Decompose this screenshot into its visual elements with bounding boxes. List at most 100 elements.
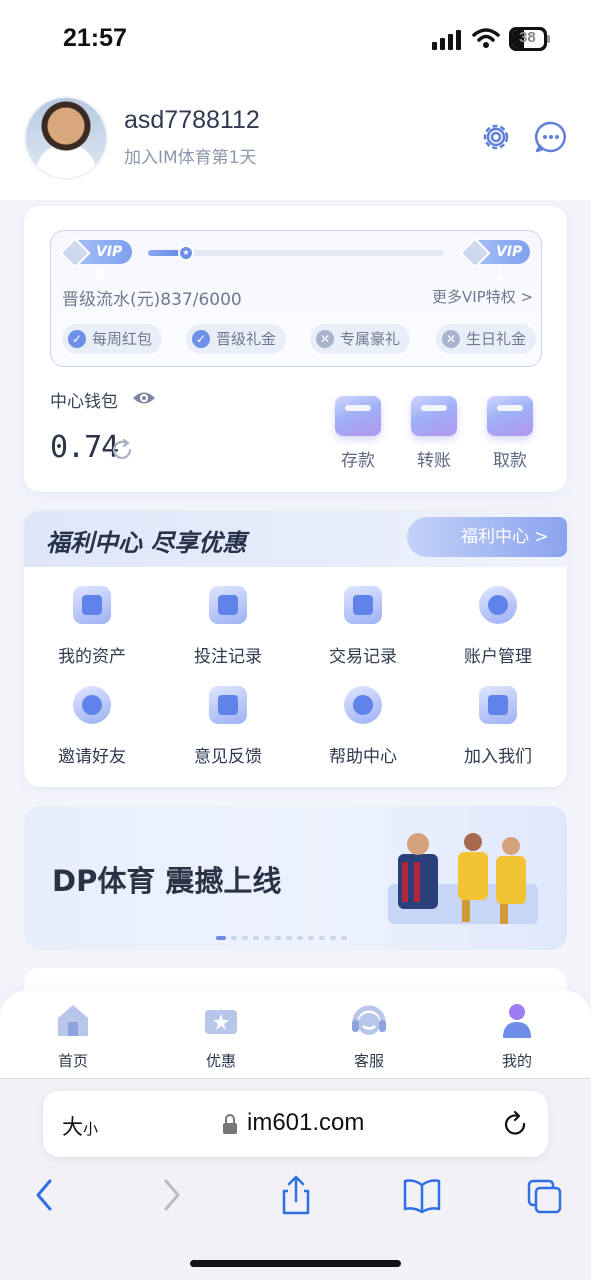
transfer-button[interactable]: 转账 <box>406 396 462 471</box>
gear-icon[interactable] <box>479 120 513 154</box>
share-icon[interactable] <box>278 1175 314 1215</box>
tab-label: 首页 <box>57 1052 88 1070</box>
vip-next: VIP 1 <box>459 237 530 284</box>
battery-level: 38 <box>519 29 536 46</box>
eye-icon[interactable] <box>132 389 156 407</box>
vip-more-link[interactable]: 更多VIP特权 > <box>432 286 533 307</box>
forward-icon[interactable] <box>154 1175 190 1215</box>
text-size-button[interactable]: 大小 <box>62 1111 98 1141</box>
close-icon: ✕ <box>316 330 334 348</box>
grid-item-transactions[interactable]: 交易记录 <box>298 586 428 667</box>
back-icon[interactable] <box>26 1175 62 1215</box>
grid-item-account-management[interactable]: 账户管理 <box>433 586 563 667</box>
grid-item-label: 邀请好友 <box>58 747 126 767</box>
grid-item-label: 我的资产 <box>58 647 126 667</box>
refresh-icon[interactable] <box>110 438 134 462</box>
grid-item-my-assets[interactable]: 我的资产 <box>27 586 157 667</box>
carousel-dot[interactable] <box>319 935 325 940</box>
deposit-icon <box>335 396 381 436</box>
grid-item-label: 帮助中心 <box>329 747 397 767</box>
transfer-label: 转账 <box>417 451 451 471</box>
calendar-clock-icon <box>209 586 247 624</box>
tab-mine[interactable]: 我的 <box>472 1000 562 1071</box>
vip-flow-text: 晋级流水(元)837/6000 <box>62 290 242 310</box>
perk-label: 专属豪礼 <box>340 330 401 348</box>
bookmarks-icon[interactable] <box>402 1175 442 1215</box>
user-hexagon-icon <box>479 586 517 624</box>
home-indicator <box>190 1260 401 1267</box>
grid-item-label: 意见反馈 <box>194 747 262 767</box>
grid-item-bet-records[interactable]: 投注记录 <box>163 586 293 667</box>
carousel-dot[interactable] <box>275 935 281 940</box>
grid-item-feedback[interactable]: 意见反馈 <box>163 686 293 767</box>
tab-home[interactable]: 首页 <box>28 1000 118 1071</box>
carousel-dots[interactable] <box>216 927 352 940</box>
welfare-title: 福利中心 尽享优惠 <box>46 529 247 557</box>
carousel-dot[interactable] <box>308 935 314 940</box>
perk-label: 晋级礼金 <box>216 330 277 348</box>
perk-label: 每周红包 <box>92 330 153 348</box>
carousel-dot[interactable] <box>216 935 226 940</box>
status-time: 21:57 <box>63 24 127 52</box>
perk-exclusive-gift[interactable]: ✕ 专属豪礼 <box>310 324 411 354</box>
membership-days: 加入IM体育第1天 <box>124 148 257 168</box>
grid-item-label: 投注记录 <box>194 647 262 667</box>
grid-item-help-center[interactable]: 帮助中心 <box>298 686 428 767</box>
ticket-icon <box>205 1010 237 1034</box>
transfer-icon <box>411 396 457 436</box>
grid-item-label: 交易记录 <box>329 647 397 667</box>
tab-customer-service[interactable]: 客服 <box>324 1000 414 1071</box>
perk-promotion-bonus[interactable]: ✓ 晋级礼金 <box>186 324 287 354</box>
perk-birthday-bonus[interactable]: ✕ 生日礼金 <box>436 324 537 354</box>
carousel-dot[interactable] <box>242 935 248 940</box>
wallet-icon <box>73 586 111 624</box>
calendar-yen-icon <box>344 586 382 624</box>
lock-icon <box>223 1114 237 1134</box>
welfare-center-link[interactable]: 福利中心 > <box>407 517 567 557</box>
home-icon <box>58 1005 88 1036</box>
chat-icon[interactable] <box>534 120 568 154</box>
reload-icon[interactable] <box>501 1110 529 1138</box>
text-size-big: 大 <box>62 1115 83 1139</box>
avatar[interactable] <box>24 96 108 180</box>
heart-box-icon <box>479 686 517 724</box>
perk-weekly-bonus[interactable]: ✓ 每周红包 <box>62 324 163 354</box>
carousel-dot[interactable] <box>286 935 292 940</box>
tab-label: 我的 <box>501 1052 532 1070</box>
vip-current: VIP 0 <box>59 237 132 284</box>
user-icon <box>503 1004 531 1038</box>
heart-envelope-icon <box>209 686 247 724</box>
question-icon <box>344 686 382 724</box>
grid-item-join-us[interactable]: 加入我们 <box>433 686 563 767</box>
wifi-icon <box>472 28 500 48</box>
check-icon: ✓ <box>192 330 210 348</box>
invite-icon <box>73 686 111 724</box>
carousel-dot[interactable] <box>330 935 336 940</box>
carousel-dot[interactable] <box>264 935 270 940</box>
withdraw-label: 取款 <box>493 451 527 471</box>
banner-players-image <box>388 833 538 924</box>
carousel-dot[interactable] <box>253 935 259 940</box>
vip-progress-knob: ★ <box>178 245 194 261</box>
carousel-dot[interactable] <box>231 935 237 940</box>
url-text: im601.com <box>247 1109 365 1136</box>
grid-item-invite-friends[interactable]: 邀请好友 <box>27 686 157 767</box>
grid-item-label: 账户管理 <box>464 647 532 667</box>
carousel-dot[interactable] <box>297 935 303 940</box>
tab-label: 优惠 <box>205 1052 236 1070</box>
close-icon: ✕ <box>442 330 460 348</box>
withdraw-button[interactable]: 取款 <box>482 396 538 471</box>
tabs-icon[interactable] <box>527 1175 563 1215</box>
text-size-small: 小 <box>83 1120 99 1138</box>
check-icon: ✓ <box>68 330 86 348</box>
perk-label: 生日礼金 <box>466 330 527 348</box>
headset-icon <box>352 1005 386 1035</box>
tab-label: 客服 <box>353 1052 384 1070</box>
carousel-dot[interactable] <box>341 935 347 940</box>
deposit-label: 存款 <box>341 451 375 471</box>
username: asd7788112 <box>124 106 260 134</box>
banner-title: DP体育 震撼上线 <box>52 864 282 898</box>
tab-promotions[interactable]: 优惠 <box>176 1000 266 1071</box>
deposit-button[interactable]: 存款 <box>330 396 386 471</box>
wallet-label: 中心钱包 <box>50 392 118 412</box>
